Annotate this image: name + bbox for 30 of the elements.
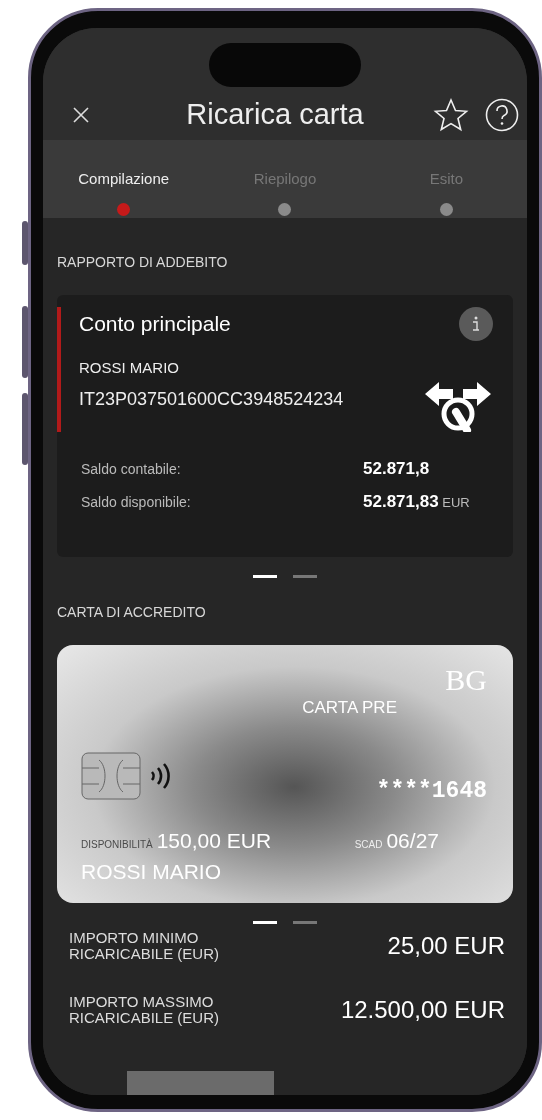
limit-value: 12.500,00 EUR [340,994,505,1025]
info-button[interactable] [459,307,493,341]
step-label[interactable]: Esito [429,168,463,191]
star-icon[interactable] [433,98,469,132]
limit-label: IMPORTO MINIMO RICARICABILE (EUR) [69,929,221,962]
balance-amount: 52.871,83 EUR [363,491,471,513]
balance-label: Saldo disponibile: [81,493,191,512]
chip-icon [81,752,141,801]
limit-value: 25,00 EUR [387,930,505,961]
expiry-date: 06/27 [386,827,439,854]
close-button[interactable] [71,105,91,125]
screen-title: Ricarica carta [185,97,365,133]
availability-amount: 150,00 EUR [156,827,272,854]
expiry-label: SCAD [354,837,383,852]
step-label[interactable]: Riepilogo [253,168,317,191]
availability-label: DISPONIBILITÀ [81,837,153,852]
balance-label: Saldo contabile: [81,459,181,479]
card-number: ****1648 [376,777,487,806]
card-type: CARTA PRE [302,696,397,719]
account-holder: ROSSI MARIO [79,358,180,378]
section-title: RAPPORTO DI ADDEBITO [57,253,229,272]
balance-amount: 52.871,8 [363,457,431,480]
iban: IT23P037501600CC3948524234 [79,388,344,411]
limit-label: IMPORTO MASSIMO RICARICABILE (EUR) [69,993,221,1026]
section-title: CARTA DI ACCREDITO [57,602,207,622]
account-name: Conto principale [79,311,231,338]
step-label[interactable]: Compilazione [78,168,170,191]
swipe-hand-icon [423,379,493,432]
help-icon[interactable] [485,98,519,132]
info-icon [472,316,480,332]
